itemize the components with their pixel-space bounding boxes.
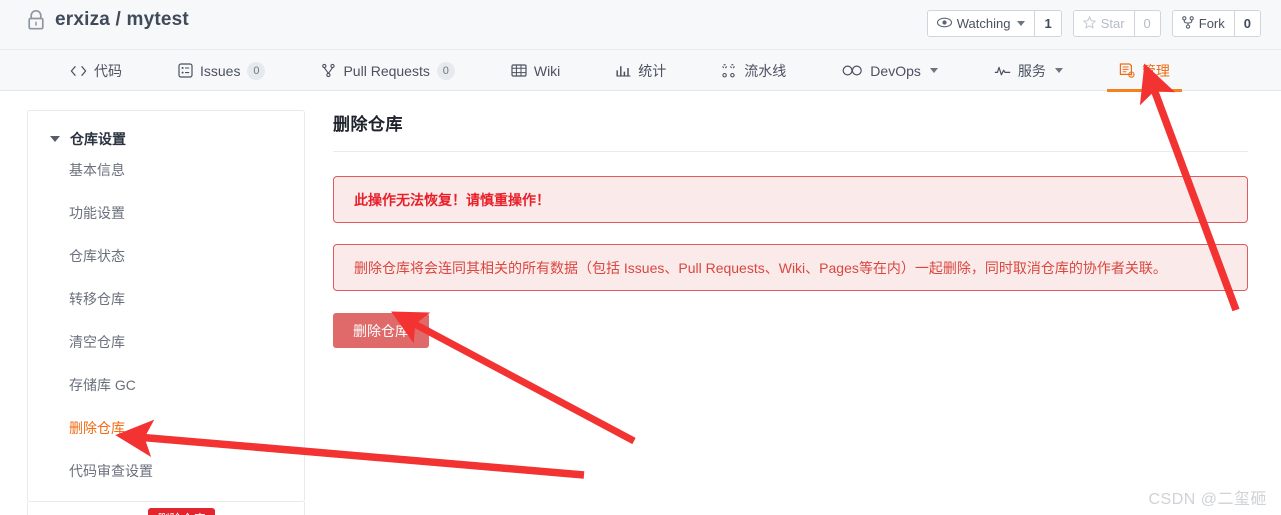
eye-icon [936, 16, 952, 31]
sidebar-item-delete-repo[interactable]: 删除仓库 [28, 407, 304, 450]
repo-header: erxiza / mytest Watching 1 Star 0 Fork 0 [0, 0, 1281, 50]
delete-repository-button[interactable]: 删除仓库 [333, 313, 429, 348]
page-root: erxiza / mytest Watching 1 Star 0 Fork 0… [0, 0, 1281, 515]
star-button[interactable]: Star [1073, 11, 1134, 36]
info-alert: 删除仓库将会连同其相关的所有数据（包括 Issues、Pull Requests… [333, 244, 1248, 291]
tab-code[interactable]: 代码 [42, 50, 150, 91]
tab-code-label: 代码 [94, 62, 122, 79]
stats-icon [616, 64, 631, 77]
code-icon [70, 65, 87, 77]
repo-title: erxiza / mytest [26, 9, 189, 31]
sidebar-item-feature-settings[interactable]: 功能设置 [28, 192, 304, 235]
fork-button[interactable]: Fork [1172, 11, 1234, 36]
danger-alert-text: 此操作无法恢复！请慎重操作！ [354, 191, 550, 208]
pipeline-icon [722, 63, 737, 78]
watching-count: 1 [1034, 11, 1061, 36]
sidebar-item-list: 基本信息 功能设置 仓库状态 转移仓库 清空仓库 存储库 GC 删除仓库 代码审… [28, 149, 304, 493]
danger-alert: 此操作无法恢复！请慎重操作！ [333, 176, 1248, 223]
tab-wiki-label: Wiki [533, 62, 561, 79]
settings-sidebar: 仓库设置 基本信息 功能设置 仓库状态 转移仓库 清空仓库 存储库 GC 删除仓… [27, 110, 305, 502]
watching-label: Watching [956, 16, 1011, 31]
tab-wiki[interactable]: Wiki [483, 50, 588, 91]
tab-stats[interactable]: 统计 [588, 50, 694, 91]
tab-issues-label: Issues [200, 62, 241, 79]
repo-full-name[interactable]: erxiza / mytest [55, 9, 189, 31]
tab-issues-badge: 0 [247, 61, 266, 80]
tab-pipeline[interactable]: 流水线 [694, 50, 814, 91]
lock-icon [26, 9, 46, 31]
main-content: 删除仓库 此操作无法恢复！请慎重操作！ 删除仓库将会连同其相关的所有数据（包括 … [333, 110, 1248, 348]
sidebar-item-empty-repo[interactable]: 清空仓库 [28, 321, 304, 364]
tab-pull-requests-badge: 0 [436, 61, 455, 80]
star-count: 0 [1133, 11, 1160, 36]
sidebar-item-code-review-settings[interactable]: 代码审查设置 [28, 450, 304, 493]
star-label: Star [1100, 16, 1125, 31]
chevron-down-icon [929, 68, 938, 73]
star-button-group[interactable]: Star 0 [1072, 10, 1161, 37]
sidebar-item-repo-gc[interactable]: 存储库 GC [28, 364, 304, 407]
pull-request-icon [321, 63, 336, 78]
info-alert-text: 删除仓库将会连同其相关的所有数据（包括 Issues、Pull Requests… [354, 259, 1167, 276]
tab-pipeline-label: 流水线 [744, 62, 787, 79]
tab-issues[interactable]: Issues 0 [150, 50, 293, 91]
triangle-down-icon [50, 136, 60, 142]
csdn-watermark: CSDN @二玺砸 [1148, 491, 1267, 508]
sidebar-item-repo-status[interactable]: 仓库状态 [28, 235, 304, 278]
tab-manage[interactable]: 管理 [1091, 50, 1198, 92]
sidebar-item-basic-info[interactable]: 基本信息 [28, 149, 304, 192]
tab-devops-label: DevOps [870, 62, 921, 79]
chevron-down-icon [1017, 21, 1026, 26]
devops-icon [842, 65, 863, 76]
tab-pull-requests[interactable]: Pull Requests 0 [293, 50, 482, 91]
manage-icon [1119, 62, 1135, 79]
tab-devops[interactable]: DevOps [814, 50, 966, 91]
sidebar-item-transfer-repo[interactable]: 转移仓库 [28, 278, 304, 321]
tab-manage-label: 管理 [1141, 62, 1170, 79]
star-icon [1082, 15, 1097, 32]
watching-button[interactable]: Watching [927, 11, 1035, 36]
chevron-down-icon [1054, 68, 1063, 73]
fork-count: 0 [1233, 11, 1260, 36]
tab-pull-requests-label: Pull Requests [343, 62, 430, 79]
sidebar-group-header[interactable]: 仓库设置 [28, 111, 304, 149]
repo-actions: Watching 1 Star 0 Fork 0 [926, 10, 1261, 37]
repo-nav-bar: 代码 Issues 0 Pull Requests 0 Wiki 统计 流水线 … [0, 50, 1281, 92]
service-icon [994, 65, 1011, 77]
partial-delete-button[interactable]: 删除仓库 [148, 508, 215, 515]
issues-icon [178, 63, 193, 78]
fork-icon [1181, 15, 1194, 32]
wiki-icon [511, 64, 527, 77]
fork-label: Fork [1198, 16, 1225, 31]
tab-service[interactable]: 服务 [966, 50, 1091, 91]
page-title: 删除仓库 [333, 110, 1248, 152]
sidebar-group-label: 仓库设置 [70, 131, 126, 147]
fork-button-group[interactable]: Fork 0 [1171, 10, 1261, 37]
watching-button-group[interactable]: Watching 1 [926, 10, 1062, 37]
sidebar-footer: 删除仓库 [27, 502, 305, 515]
tab-service-label: 服务 [1017, 62, 1046, 79]
tab-stats-label: 统计 [638, 62, 667, 79]
